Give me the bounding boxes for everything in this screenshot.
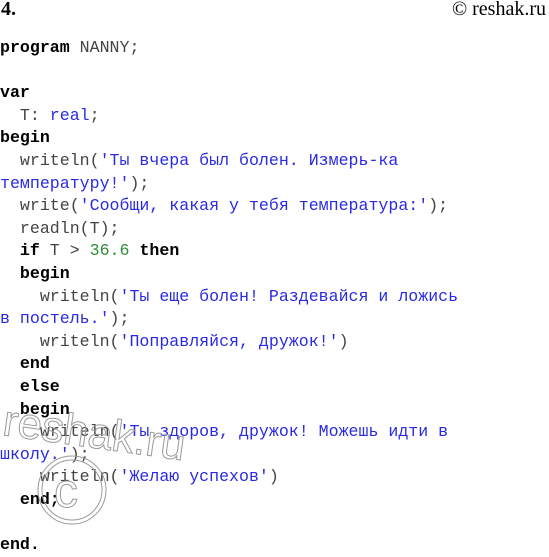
code-line-writeln-2: writeln('Ты еще болен! Раздевайся и ложи… xyxy=(0,286,458,309)
code-line-declaration: T: real; xyxy=(0,105,458,128)
keyword-var: var xyxy=(0,83,30,103)
code-line-begin-else: begin xyxy=(0,399,458,422)
call-end: ); xyxy=(109,309,130,329)
string-literal: 'Поправляйся, дружок!' xyxy=(119,331,339,351)
code-line-begin: begin xyxy=(0,127,458,150)
code-line-program: program NANNY; xyxy=(0,37,458,60)
string-literal: 'Ты еще болен! Раздевайся и ложись xyxy=(119,286,459,306)
code-line-end-then: end xyxy=(0,353,458,376)
string-literal: 'Ты здоров, дружок! Можешь идти в xyxy=(119,422,449,442)
keyword-then: then xyxy=(139,241,180,261)
keyword-end: end xyxy=(19,354,50,374)
copyright-notice: © reshak.ru xyxy=(451,0,546,20)
call-end: ); xyxy=(129,173,150,193)
code-line-writeln-4-cont: школу.'); xyxy=(0,444,458,467)
code-line-writeln-5: writeln('Желаю успехов') xyxy=(0,466,458,489)
keyword-begin: begin xyxy=(19,263,70,283)
code-line-writeln-2-cont: в постель.'); xyxy=(0,308,458,331)
code-line-writeln-1-cont: температуру!'); xyxy=(0,173,458,196)
type-real: real xyxy=(49,105,90,125)
string-literal: 'Ты вчера был болен. Измерь-ка xyxy=(99,150,399,170)
call-end: ) xyxy=(268,467,279,487)
call-end: ); xyxy=(69,444,90,464)
readln-call: readln(T); xyxy=(0,218,120,238)
page-header: 4. © reshak.ru xyxy=(0,0,549,24)
keyword-end-program: end. xyxy=(0,535,40,555)
variable-name: T: xyxy=(0,105,50,125)
string-literal: школу.' xyxy=(0,444,70,464)
keyword-end: end; xyxy=(19,489,60,509)
keyword-if: if xyxy=(19,241,40,261)
code-line-write: write('Сообщи, какая у тебя температура:… xyxy=(0,195,458,218)
condition: T > xyxy=(39,241,90,261)
string-literal: температуру!' xyxy=(0,173,130,193)
string-literal: в постель.' xyxy=(0,309,110,329)
writeln-call: writeln( xyxy=(0,422,120,442)
code-line-readln: readln(T); xyxy=(0,218,458,241)
code-listing: program NANNY; var T: real; begin writeln(… xyxy=(0,37,458,557)
write-call: write( xyxy=(0,196,80,216)
writeln-call: writeln( xyxy=(0,467,120,487)
number-literal: 36.6 xyxy=(89,241,130,261)
string-literal: 'Сообщи, какая у тебя температура:' xyxy=(79,196,429,216)
code-line-if: if T > 36.6 then xyxy=(0,240,458,263)
keyword-begin: begin xyxy=(0,128,50,148)
call-end: ); xyxy=(428,196,449,216)
code-line-writeln-3: writeln('Поправляйся, дружок!') xyxy=(0,331,458,354)
semicolon: ; xyxy=(89,105,100,125)
string-literal: 'Желаю успехов' xyxy=(119,467,269,487)
writeln-call: writeln( xyxy=(0,286,120,306)
code-line-writeln-1: writeln('Ты вчера был болен. Измерь-ка xyxy=(0,150,458,173)
keyword-else: else xyxy=(19,376,60,396)
keyword-begin: begin xyxy=(19,399,70,419)
writeln-call: writeln( xyxy=(0,150,100,170)
code-line-else: else xyxy=(0,376,458,399)
program-name: NANNY; xyxy=(69,38,140,57)
code-line-begin-then: begin xyxy=(0,263,458,286)
writeln-call: writeln( xyxy=(0,331,120,351)
code-line-end-program: end. xyxy=(0,534,458,557)
code-line-end-else: end; xyxy=(0,489,458,512)
code-line-var: var xyxy=(0,82,458,105)
keyword-program: program xyxy=(0,38,70,57)
call-end: ) xyxy=(338,331,349,351)
task-number: 4. xyxy=(1,0,16,20)
code-line-writeln-4: writeln('Ты здоров, дружок! Можешь идти … xyxy=(0,421,458,444)
